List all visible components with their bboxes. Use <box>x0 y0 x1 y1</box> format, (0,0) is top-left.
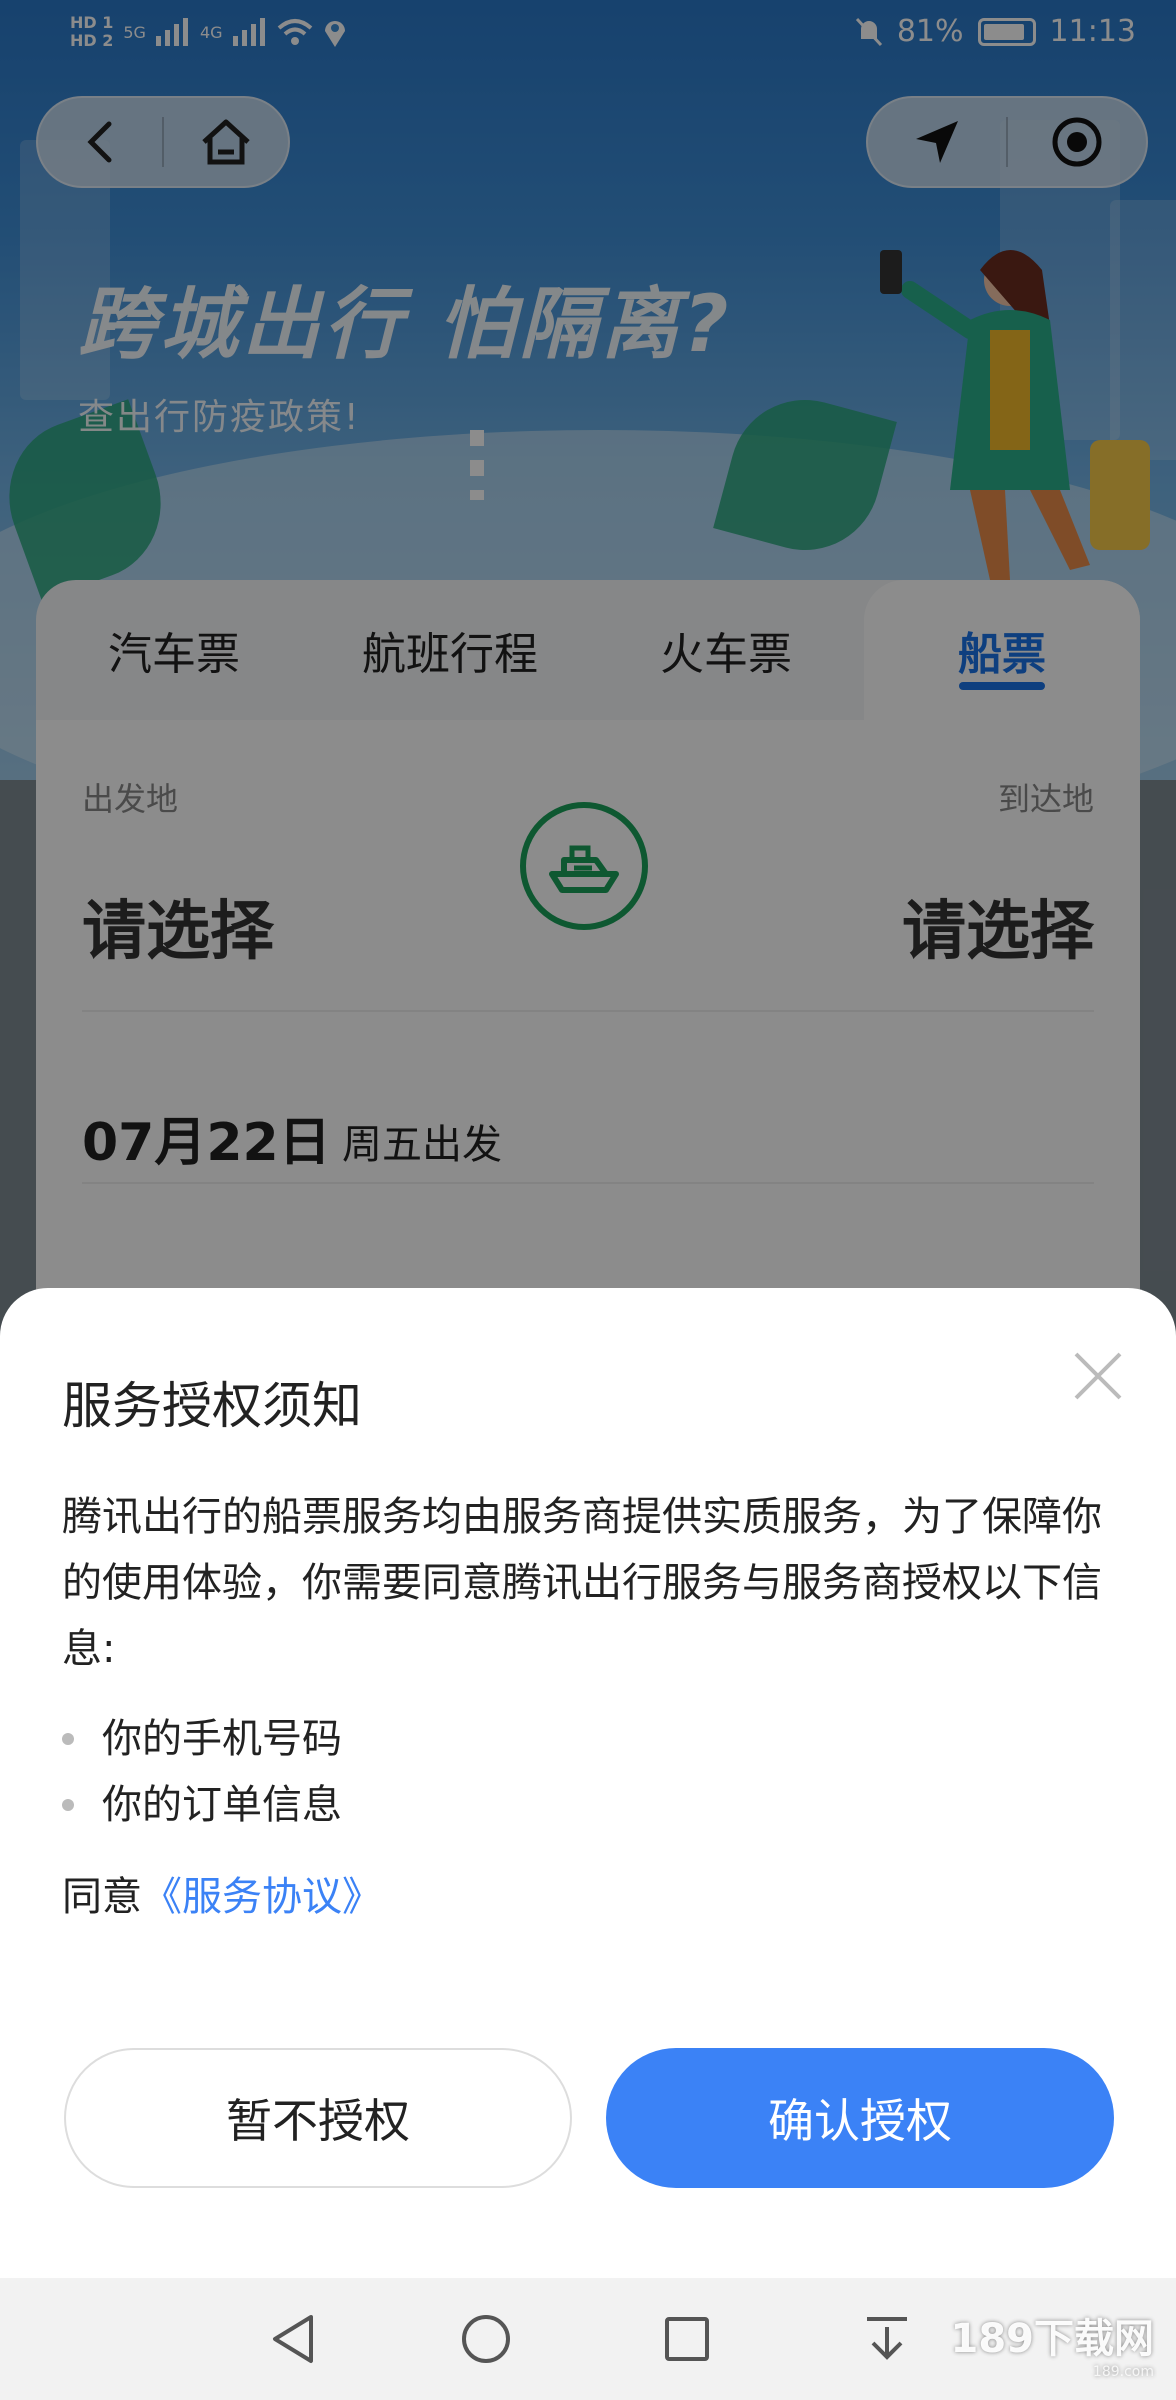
home-circle-icon <box>462 2315 510 2363</box>
pull-down-icon <box>867 2317 907 2360</box>
list-item: 你的订单信息 <box>62 1772 342 1838</box>
sheet-title: 服务授权须知 <box>62 1377 362 1435</box>
bullet-icon <box>62 1733 74 1745</box>
system-recents-button[interactable] <box>652 2304 722 2374</box>
list-item-text: 你的手机号码 <box>102 1716 342 1762</box>
authorization-sheet: 服务授权须知 腾讯出行的船票服务均由服务商提供实质服务，为了保障你的使用体验，你… <box>0 1288 1176 2278</box>
close-icon <box>1074 1352 1122 1400</box>
system-nav-bar: 189下载网 189.com <box>0 2278 1176 2400</box>
agree-prefix: 同意 <box>62 1874 142 1920</box>
sheet-body-text: 腾讯出行的船票服务均由服务商提供实质服务，为了保障你的使用体验，你需要同意腾讯出… <box>62 1494 1102 1672</box>
close-button[interactable] <box>1068 1346 1128 1406</box>
service-agreement-link[interactable]: 《服务协议》 <box>142 1874 382 1920</box>
system-home-button[interactable] <box>451 2304 521 2374</box>
watermark: 189下载网 189.com <box>951 2306 1155 2380</box>
system-pulldown-button[interactable] <box>852 2304 922 2374</box>
system-back-button[interactable] <box>258 2304 328 2374</box>
recents-square-icon <box>665 2317 709 2361</box>
back-triangle-icon <box>273 2315 313 2363</box>
watermark-sub: 189.com <box>1092 2364 1154 2380</box>
watermark-main: 189下载网 <box>950 2316 1155 2362</box>
confirm-button[interactable]: 确认授权 <box>606 2048 1114 2188</box>
deny-button[interactable]: 暂不授权 <box>64 2048 572 2188</box>
agreement-line: 同意《服务协议》 <box>62 1864 382 1922</box>
authorized-info-list: 你的手机号码 你的订单信息 <box>62 1706 342 1838</box>
list-item-text: 你的订单信息 <box>102 1782 342 1828</box>
bullet-icon <box>62 1799 74 1811</box>
list-item: 你的手机号码 <box>62 1706 342 1772</box>
